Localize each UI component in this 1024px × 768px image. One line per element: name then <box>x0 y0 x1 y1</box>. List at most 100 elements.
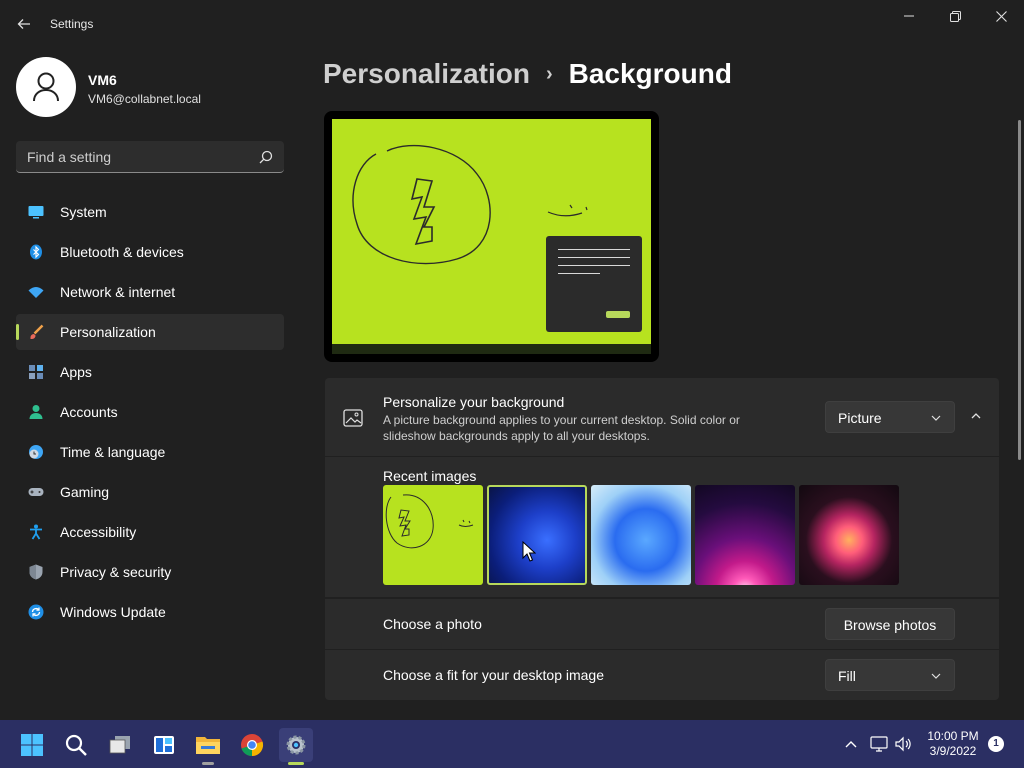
sidebar-item-label: Time & language <box>60 444 166 460</box>
sketch-doodle-icon <box>385 494 474 549</box>
search-input[interactable]: Find a setting <box>16 141 284 173</box>
chevron-down-icon <box>931 415 941 421</box>
file-explorer-button[interactable] <box>191 728 225 765</box>
taskbar: 10:00 PM 3/9/2022 <box>0 720 1024 768</box>
collapse-button[interactable] <box>964 404 988 428</box>
recent-image-thumbnail[interactable] <box>591 485 691 585</box>
clock-time: 10:00 PM <box>927 729 979 743</box>
page-title: Background <box>568 58 732 89</box>
background-type-dropdown[interactable]: Picture <box>825 401 955 433</box>
recent-image-thumbnail[interactable] <box>695 485 795 585</box>
brush-icon <box>30 324 44 339</box>
chrome-button[interactable] <box>235 728 269 762</box>
sidebar-item-label: System <box>60 204 107 220</box>
recent-image-thumbnail[interactable] <box>383 485 483 585</box>
choose-photo-row: Choose a photo Browse photos <box>325 599 999 649</box>
restore-icon <box>949 10 961 22</box>
recent-image-thumbnail[interactable] <box>487 485 587 585</box>
sidebar-item-network[interactable]: Network & internet <box>16 274 284 310</box>
close-icon <box>995 10 1007 22</box>
user-name: VM6 <box>88 72 117 88</box>
taskbar-clock[interactable]: 10:00 PM 3/9/2022 <box>918 729 988 759</box>
sidebar-item-bluetooth[interactable]: Bluetooth & devices <box>16 234 284 270</box>
widgets-button[interactable] <box>147 728 181 762</box>
recent-images-label: Recent images <box>383 468 477 484</box>
user-icon <box>33 72 59 102</box>
apps-icon <box>29 365 43 379</box>
chevron-down-icon <box>931 673 941 679</box>
sidebar-item-apps[interactable]: Apps <box>16 354 284 390</box>
volume-icon[interactable] <box>894 736 912 752</box>
sidebar-item-label: Gaming <box>60 484 110 500</box>
notification-badge[interactable]: 1 <box>988 736 1004 752</box>
sidebar-item-personalization[interactable]: Personalization <box>16 314 284 350</box>
search-placeholder: Find a setting <box>27 149 112 165</box>
card-title: Personalize your background <box>383 394 565 410</box>
back-button[interactable] <box>10 10 38 38</box>
preview-wallpaper <box>332 119 651 354</box>
close-button[interactable] <box>978 0 1024 32</box>
sidebar-item-label: Personalization <box>60 324 156 340</box>
user-email: VM6@collabnet.local <box>88 92 201 106</box>
accessibility-icon <box>30 524 42 540</box>
chevron-up-icon[interactable] <box>842 736 860 752</box>
taskbar-search-button[interactable] <box>59 728 93 762</box>
widgets-icon <box>154 736 174 754</box>
sidebar-item-label: Apps <box>60 364 92 380</box>
browse-photos-label: Browse photos <box>843 617 937 633</box>
sidebar-item-accessibility[interactable]: Accessibility <box>16 514 284 550</box>
minimize-button[interactable] <box>886 0 932 32</box>
bluetooth-icon <box>30 244 42 260</box>
minimize-icon <box>904 15 914 17</box>
sidebar-item-label: Network & internet <box>60 284 176 300</box>
sidebar-item-label: Accounts <box>60 404 118 420</box>
sidebar-item-system[interactable]: System <box>16 194 284 230</box>
settings-icon <box>286 735 306 755</box>
shield-icon <box>29 564 43 580</box>
choose-photo-label: Choose a photo <box>383 616 482 632</box>
preview-window <box>546 236 642 332</box>
task-view-button[interactable] <box>103 728 137 762</box>
sidebar-item-gaming[interactable]: Gaming <box>16 474 284 510</box>
restore-button[interactable] <box>932 0 978 32</box>
back-arrow-icon <box>17 19 30 29</box>
file-explorer-icon <box>196 737 220 754</box>
sidebar-item-label: Privacy & security <box>60 564 172 580</box>
running-indicator <box>202 762 214 765</box>
sidebar-item-label: Bluetooth & devices <box>60 244 184 260</box>
preview-window-button <box>606 311 630 318</box>
recent-image-thumbnail[interactable] <box>799 485 899 585</box>
start-icon <box>21 734 43 756</box>
start-button[interactable] <box>15 728 49 762</box>
system-icon <box>28 206 44 219</box>
browse-photos-button[interactable]: Browse photos <box>825 608 955 640</box>
sidebar-item-label: Accessibility <box>60 524 137 540</box>
choose-fit-label: Choose a fit for your desktop image <box>383 667 605 683</box>
settings-taskbar-button[interactable] <box>279 728 313 765</box>
breadcrumb: Personalization › Background <box>323 58 732 90</box>
dropdown-value: Picture <box>838 410 882 426</box>
sidebar-nav: System Bluetooth & devices Network & int… <box>16 194 284 634</box>
breadcrumb-separator: › <box>545 62 553 85</box>
search-icon <box>259 150 273 164</box>
sidebar-item-privacy-security[interactable]: Privacy & security <box>16 554 284 590</box>
title-bar: Settings <box>0 0 1024 48</box>
sidebar-item-time-language[interactable]: Time & language <box>16 434 284 470</box>
chevron-up-icon <box>971 413 981 419</box>
recent-images-card: Recent images <box>325 457 999 597</box>
fit-dropdown[interactable]: Fill <box>825 659 955 691</box>
scrollbar[interactable] <box>1018 120 1021 460</box>
clock-date: 3/9/2022 <box>929 744 977 758</box>
breadcrumb-parent-link[interactable]: Personalization <box>323 58 530 90</box>
sidebar-item-windows-update[interactable]: Windows Update <box>16 594 284 630</box>
recent-images-list <box>383 485 899 585</box>
active-indicator <box>288 762 304 765</box>
card-description: A picture background applies to your cur… <box>383 413 740 443</box>
network-icon[interactable] <box>870 736 888 752</box>
app-title: Settings <box>50 17 94 31</box>
sidebar-item-accounts[interactable]: Accounts <box>16 394 284 430</box>
avatar[interactable] <box>16 57 76 117</box>
task-view-icon <box>109 736 130 754</box>
sidebar-item-label: Windows Update <box>60 604 166 620</box>
preview-taskbar <box>332 344 651 354</box>
